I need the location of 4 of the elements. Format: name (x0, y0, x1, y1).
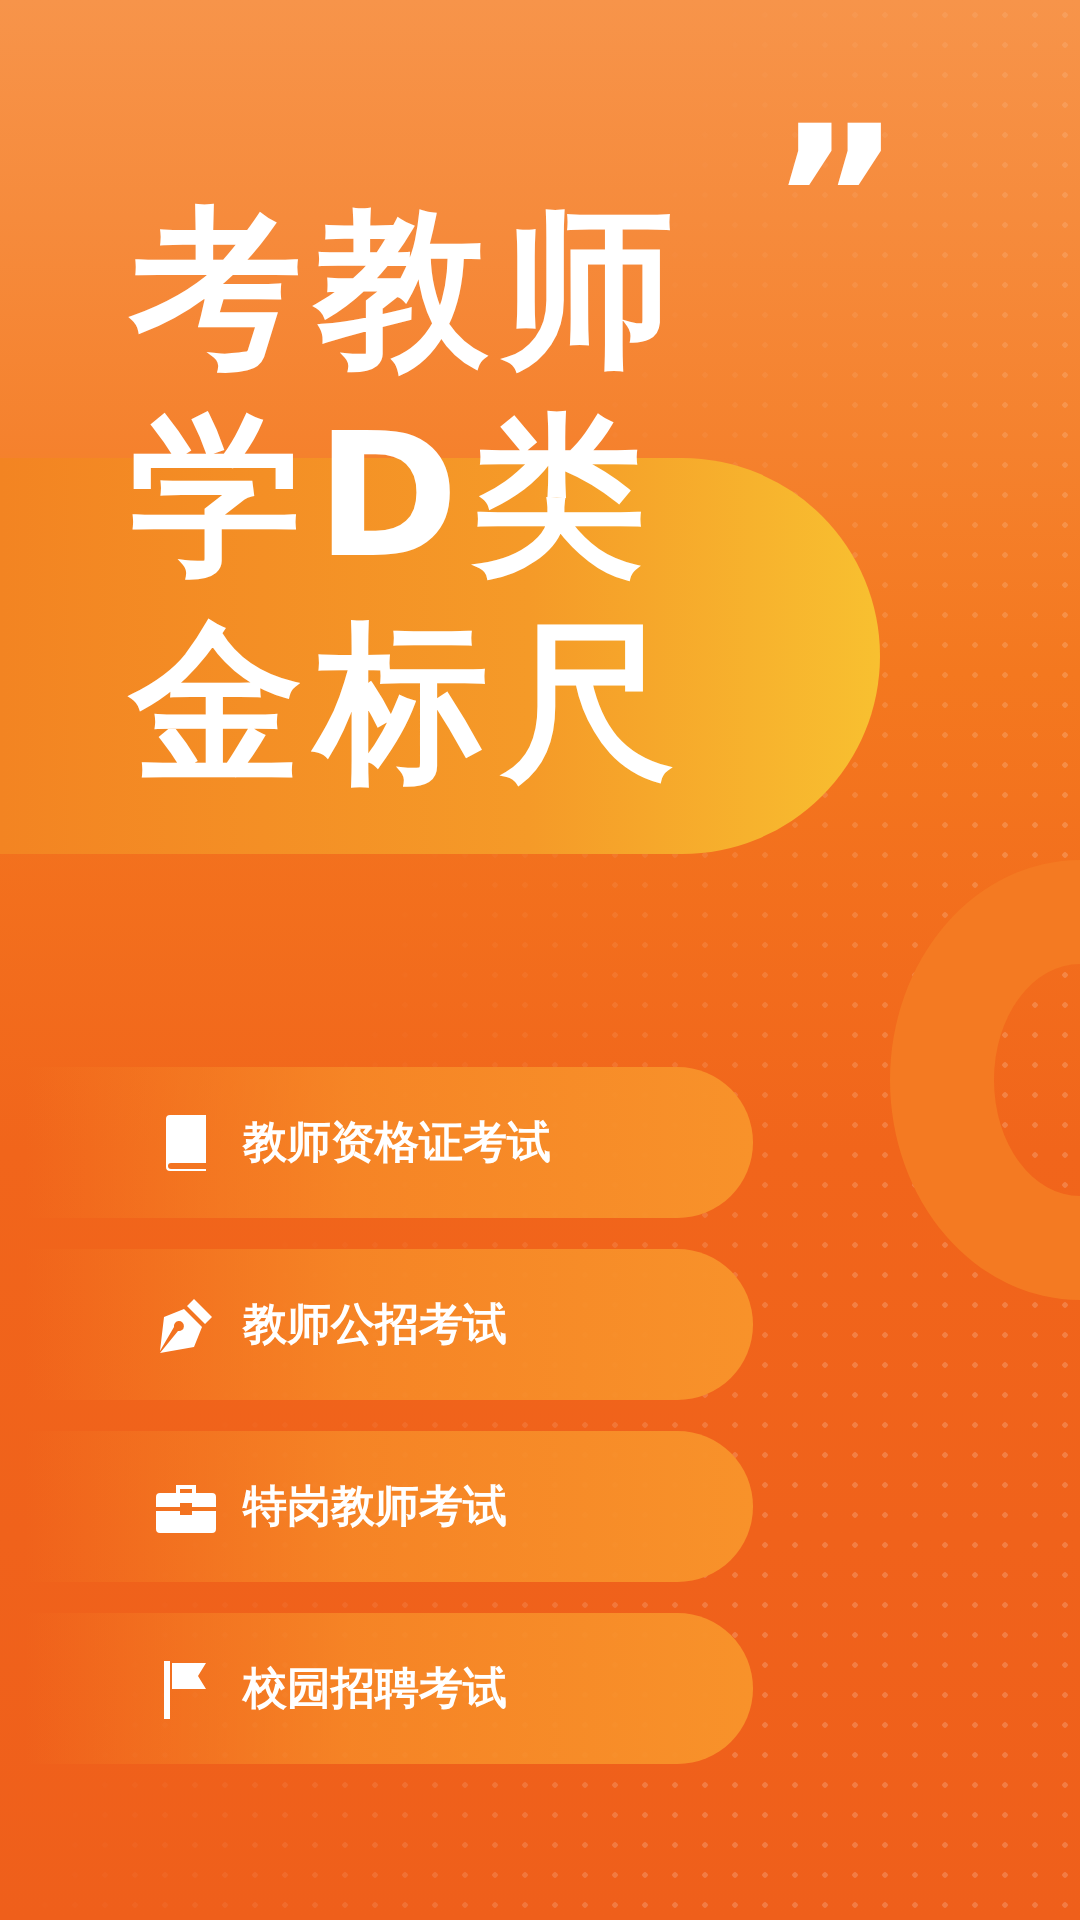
headline-line: 学D类 (130, 394, 660, 598)
headline-line: 金标尺 (130, 601, 689, 805)
quote-mark: ” (770, 100, 902, 300)
headline-line: 考教师 (130, 187, 689, 391)
